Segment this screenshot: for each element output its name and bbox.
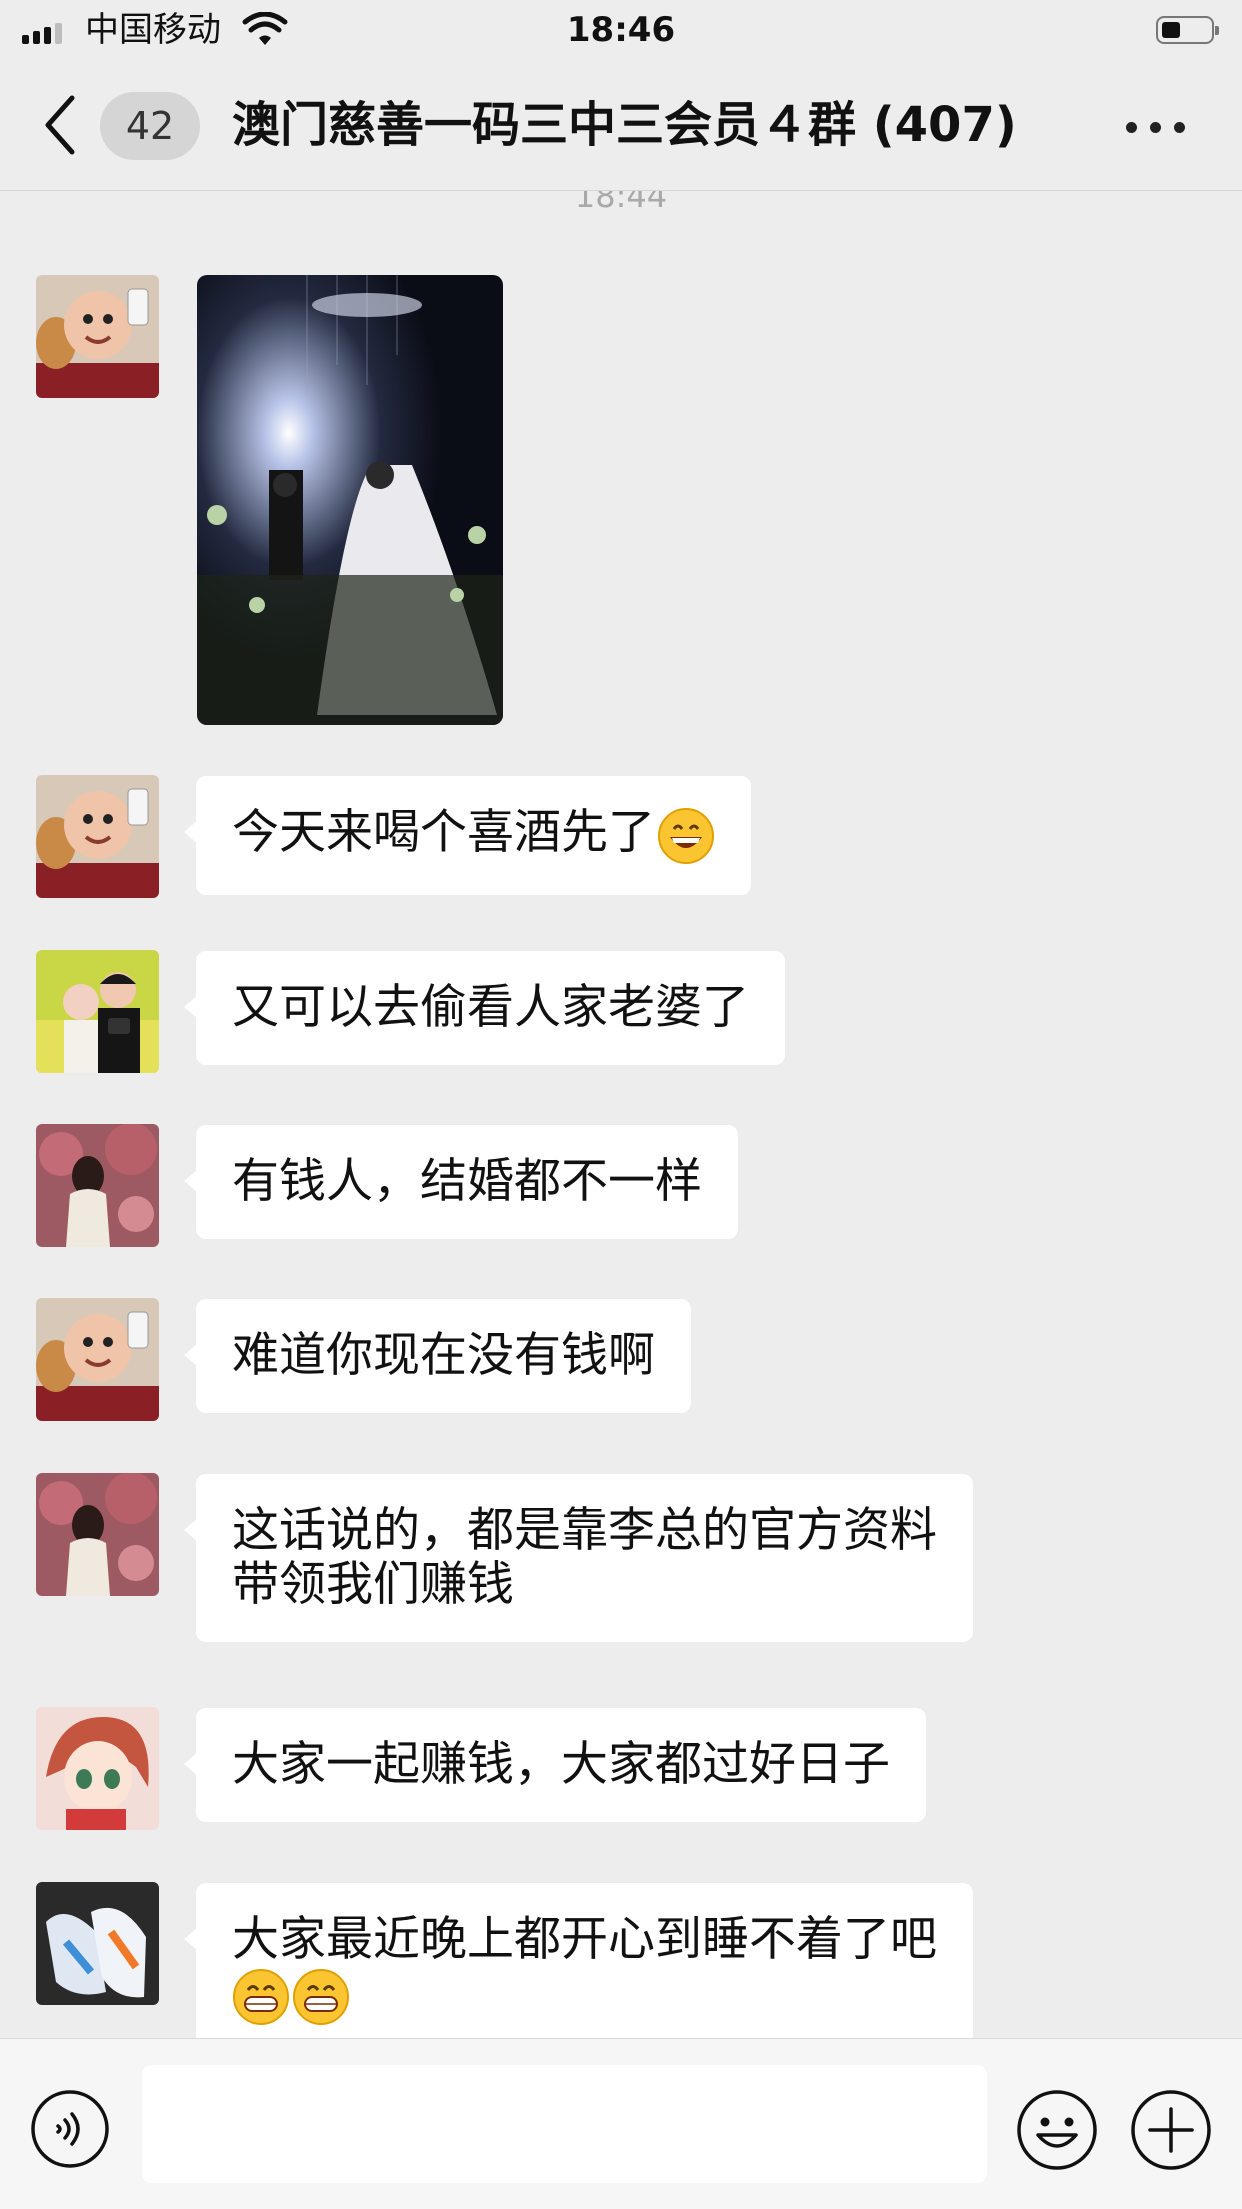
- status-bar: 中国移动 18:46: [0, 0, 1242, 62]
- message-bubble[interactable]: 难道你现在没有钱啊: [184, 1299, 691, 1413]
- message-text-line: 带领我们赚钱: [232, 1557, 514, 1612]
- chat-header: 42 澳门慈善一码三中三会员４群 (407): [0, 62, 1242, 191]
- message-input[interactable]: [142, 2065, 987, 2183]
- message-text: 大家一起赚钱，大家都过好日子: [232, 1737, 890, 1792]
- grin-emoji: [232, 1968, 290, 2026]
- message-bubble[interactable]: 又可以去偷看人家老婆了: [184, 951, 785, 1065]
- chevron-left-icon[interactable]: [40, 90, 80, 160]
- more-dots-icon[interactable]: [1120, 92, 1190, 158]
- girl-blossom-avatar[interactable]: [36, 1473, 159, 1596]
- message-bubble[interactable]: 大家一起赚钱，大家都过好日子: [184, 1708, 926, 1822]
- chat-title: 澳门慈善一码三中三会员４群 (407): [232, 97, 1017, 153]
- grin-emoji: [292, 1968, 350, 2026]
- input-bar: [0, 2038, 1242, 2209]
- message-bubble[interactable]: 有钱人，结婚都不一样: [184, 1125, 738, 1239]
- message-text: 大家最近晚上都开心到睡不着了吧: [232, 1912, 937, 1967]
- message-bubble[interactable]: 今天来喝个喜酒先了: [184, 776, 751, 895]
- status-time: 18:46: [566, 10, 676, 50]
- emoji-row: [232, 1967, 937, 2026]
- grinning-emoji: [657, 807, 715, 865]
- message-text: 今天来喝个喜酒先了: [232, 805, 655, 860]
- battery-icon: [1156, 16, 1219, 44]
- voice-icon[interactable]: [30, 2089, 110, 2169]
- anime-girl-avatar[interactable]: [36, 1707, 159, 1830]
- plus-icon[interactable]: [1130, 2089, 1212, 2171]
- girl-blossom-avatar[interactable]: [36, 1124, 159, 1247]
- message-bubble[interactable]: 这话说的，都是靠李总的官方资料 带领我们赚钱: [184, 1474, 973, 1642]
- message-bubble[interactable]: 大家最近晚上都开心到睡不着了吧: [184, 1883, 973, 2056]
- sneakers-avatar[interactable]: [36, 1882, 159, 2005]
- baby-selfie-avatar[interactable]: [36, 275, 159, 398]
- message-text: 难道你现在没有钱啊: [232, 1328, 655, 1383]
- couple-flowers-avatar[interactable]: [36, 950, 159, 1073]
- baby-selfie-avatar[interactable]: [36, 1298, 159, 1421]
- wedding-photo[interactable]: [197, 275, 503, 725]
- unread-count-badge[interactable]: 42: [100, 92, 200, 160]
- smiley-icon[interactable]: [1016, 2089, 1098, 2171]
- baby-selfie-avatar[interactable]: [36, 775, 159, 898]
- message-text-line: 这话说的，都是靠李总的官方资料: [232, 1503, 937, 1558]
- message-text: 又可以去偷看人家老婆了: [232, 980, 749, 1035]
- message-text: 有钱人，结婚都不一样: [232, 1154, 702, 1209]
